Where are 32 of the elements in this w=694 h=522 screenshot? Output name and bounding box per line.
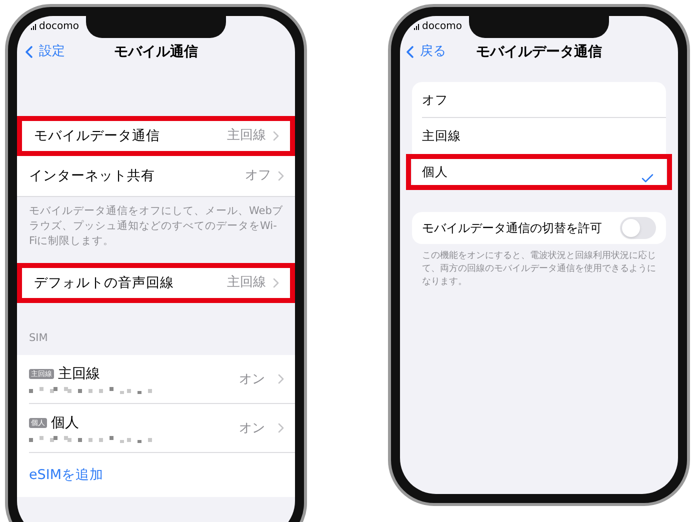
row-label: インターネット共有 [29, 166, 156, 186]
back-link[interactable]: 設定 [19, 42, 65, 62]
settings-row[interactable]: インターネット共有 オフ [17, 156, 295, 196]
settings-row[interactable]: モバイルデータ通信 主回線 [17, 116, 295, 156]
option-label: 個人 [422, 162, 449, 181]
row-value: オフ [245, 167, 271, 186]
signal-icon [414, 24, 420, 30]
line-name: 主回線 [58, 364, 100, 383]
add-esim-link[interactable]: eSIMを追加 [17, 452, 295, 497]
settings-row[interactable]: デフォルトの音声回線 主回線 [17, 263, 295, 303]
option-label: オフ [422, 90, 449, 109]
footnote: この機能をオンにすると、電波状況と回線利用状況に応じて、両方の回線のモバイルデータ通信を使用できるようになります。 [421, 250, 657, 289]
row-value: 主回線 [227, 127, 266, 146]
nav-title: モバイル通信 [114, 42, 198, 62]
signal-icon [31, 24, 37, 30]
row-value: オン [239, 420, 265, 438]
nav-title: モバイルデータ通信 [476, 42, 602, 62]
toggle-switch[interactable] [620, 217, 656, 239]
back-link[interactable]: 戻る [400, 42, 446, 62]
row-value: オン [239, 370, 265, 388]
row-value: 主回線 [227, 274, 266, 292]
row-label: モバイルデータ通信 [34, 126, 161, 146]
carrier-name: docomo [422, 22, 462, 32]
option-row[interactable]: 個人 [406, 154, 672, 190]
option-row[interactable]: 主回線 [412, 118, 666, 154]
option-label: 主回線 [422, 126, 462, 145]
option-row[interactable]: オフ [412, 82, 666, 118]
line-name: 個人 [51, 414, 79, 432]
toggle-label: モバイルデータ通信の切替を許可 [422, 220, 603, 237]
carrier-name: docomo [39, 22, 79, 32]
section-header: SIM [28, 331, 49, 346]
row-label: デフォルトの音声回線 [34, 274, 175, 293]
